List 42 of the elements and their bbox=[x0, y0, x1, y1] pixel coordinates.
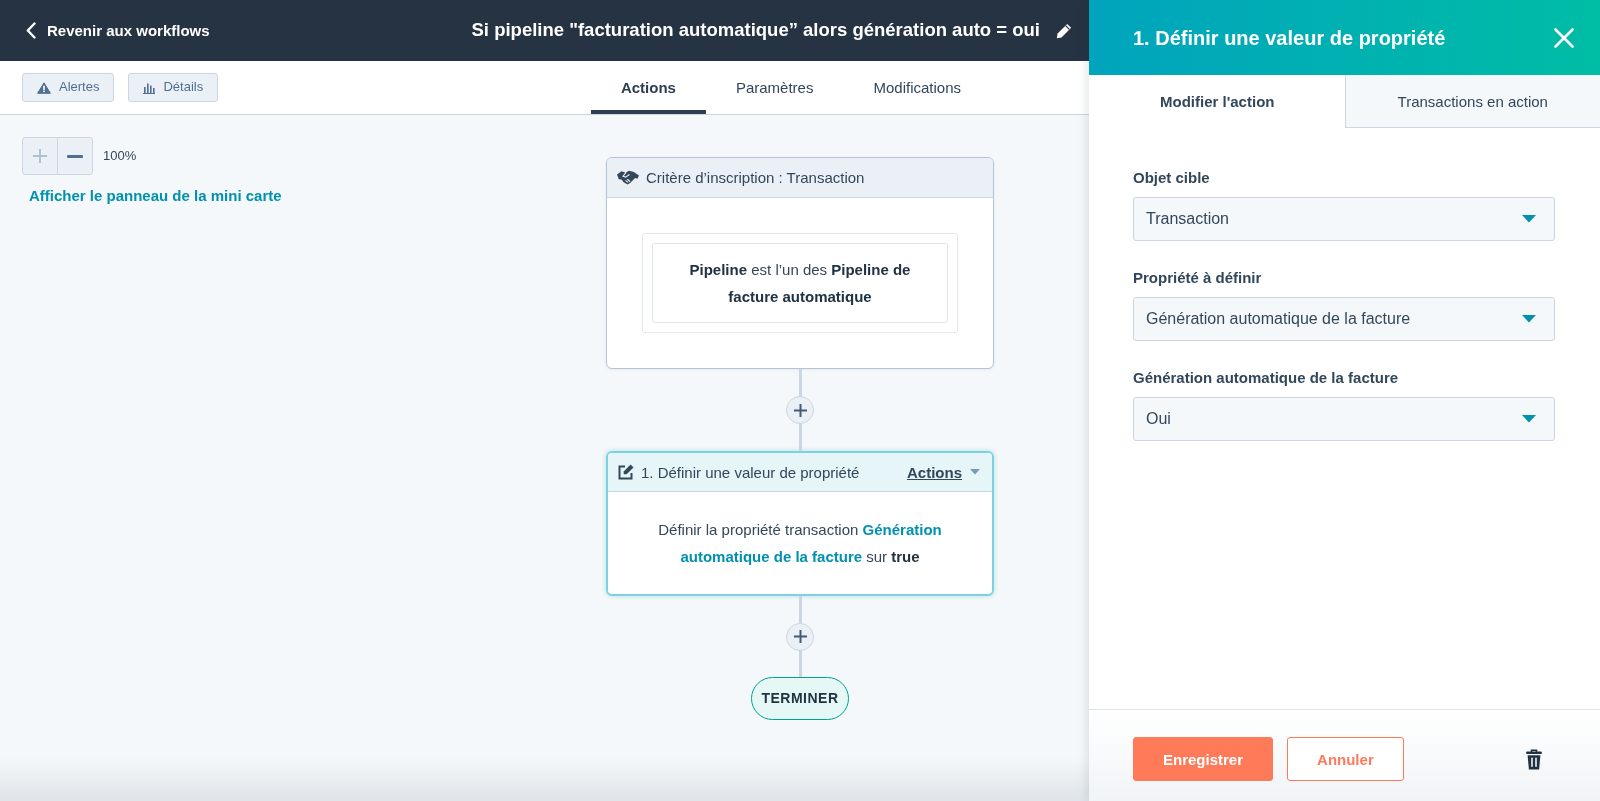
tab[interactable]: Paramètres bbox=[705, 61, 844, 114]
end-node[interactable]: TERMINER bbox=[751, 677, 849, 720]
minus-icon bbox=[67, 154, 83, 158]
action-node[interactable]: 1. Définir une valeur de propriété Actions Définir la propriété transaction Génération automatique de la facture sur true bbox=[606, 451, 994, 596]
trash-icon[interactable] bbox=[1526, 748, 1542, 770]
filter-condition: Pipeline est l’un des Pipeline de facture automatique bbox=[652, 243, 948, 323]
tab[interactable]: Actions bbox=[590, 61, 706, 114]
dropdown-field[interactable]: Oui bbox=[1133, 397, 1555, 441]
trigger-node[interactable]: Critère d’inscription : Transaction Pipeline est l’un des Pipeline de facture automatique bbox=[606, 157, 994, 369]
bar-chart-icon bbox=[143, 81, 156, 94]
caret-icon bbox=[1522, 415, 1536, 423]
field-label: Génération automatique de la facture bbox=[1133, 368, 1400, 388]
tab[interactable]: Modifications bbox=[843, 61, 991, 114]
warning-icon bbox=[37, 81, 51, 94]
action-description: Définir la propriété transaction Génération automatique de la facture sur true bbox=[657, 520, 943, 567]
zoom-out-button[interactable] bbox=[57, 137, 93, 175]
chevron-left-icon bbox=[26, 22, 36, 39]
plus-icon bbox=[33, 149, 47, 163]
alerts-button[interactable]: Alertes bbox=[22, 73, 115, 102]
caret-icon bbox=[970, 469, 980, 475]
add-step-button[interactable] bbox=[786, 396, 814, 424]
field-label: Objet cible bbox=[1133, 168, 1211, 188]
pencil-icon[interactable] bbox=[1056, 22, 1072, 39]
caret-icon bbox=[1522, 315, 1536, 323]
workflow-title: Si pipeline "facturation automatique” alors génération auto = oui bbox=[471, 19, 1040, 42]
tab[interactable]: Transactions en action bbox=[1344, 75, 1600, 128]
plus-icon bbox=[793, 403, 807, 417]
details-button[interactable]: Détails bbox=[128, 73, 219, 102]
plus-icon bbox=[793, 630, 807, 643]
field-label: Propriété à définir bbox=[1133, 268, 1263, 288]
dropdown-field[interactable]: Transaction bbox=[1133, 197, 1555, 241]
node-title: 1. Définir une valeur de propriété bbox=[641, 462, 860, 483]
handshake-icon bbox=[617, 170, 639, 185]
dropdown-field[interactable]: Génération automatique de la facture bbox=[1133, 297, 1555, 341]
caret-icon bbox=[1522, 215, 1536, 223]
actions-menu-button[interactable]: Actions bbox=[907, 461, 980, 483]
add-step-button[interactable] bbox=[786, 622, 814, 651]
edit-icon bbox=[618, 464, 634, 480]
zoom-percentage: 100% bbox=[103, 146, 137, 165]
node-title: Critère d’inscription : Transaction bbox=[646, 168, 865, 188]
panel-title: 1. Définir une valeur de propriété bbox=[1133, 25, 1446, 50]
back-link[interactable]: Revenir aux workflows bbox=[26, 20, 210, 41]
